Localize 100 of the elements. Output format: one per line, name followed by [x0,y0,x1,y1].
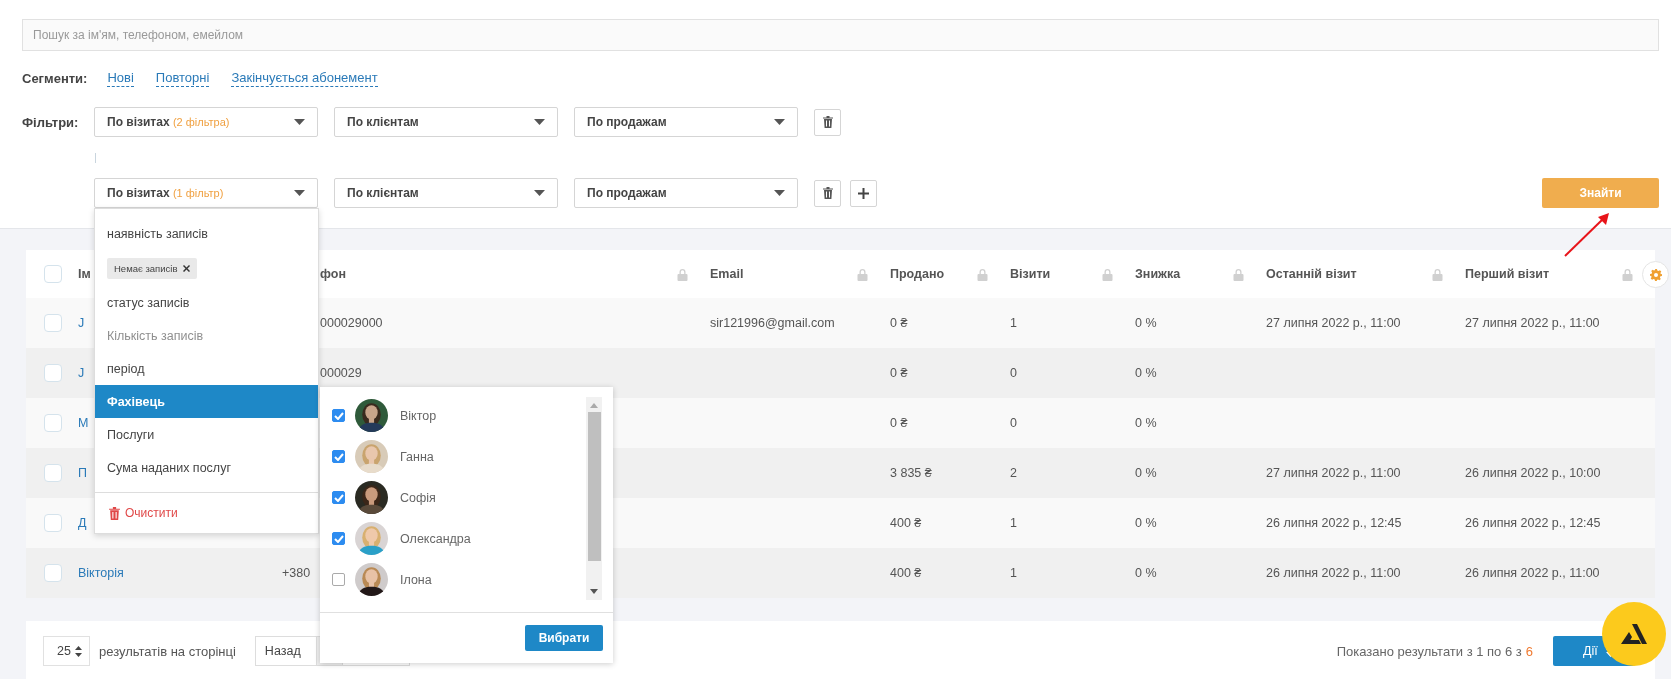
discount-cell: 0 % [1135,566,1157,580]
visits-cell: 0 [1010,416,1017,430]
menu-item[interactable]: наявність записів [95,218,318,250]
first-visit-cell: 26 липня 2022 р., 11:00 [1465,566,1600,580]
lock-icon [1102,267,1113,281]
sold-cell: 400 ₴ [890,566,922,580]
client-name-link[interactable]: J [78,366,85,380]
column-header[interactable]: Візити [1010,267,1051,281]
specialist-name[interactable]: Ілона [400,572,432,587]
row-checkbox[interactable] [44,314,62,332]
sold-cell: 0 ₴ [890,366,908,380]
back-button[interactable]: Назад [254,636,317,666]
first-visit-cell: 27 липня 2022 р., 11:00 [1465,316,1600,330]
filter-chip[interactable]: Немає записів [107,257,198,279]
client-name-link[interactable]: П [78,466,87,480]
visits-cell: 1 [1010,316,1017,330]
client-name-link[interactable]: J [78,316,85,330]
menu-item[interactable]: Сума наданих послуг [95,451,318,484]
filter-dropdown[interactable]: По клієнтам [334,107,558,137]
sold-cell: 3 835 ₴ [890,466,932,480]
delete-button[interactable] [814,108,841,136]
filter-dropdown[interactable]: По візитах (1 фільтр) [94,178,318,208]
discount-cell: 0 % [1135,316,1157,330]
specialist-checkbox[interactable] [332,573,345,586]
segments-label: Сегменти: [22,70,88,86]
visits-cell: 1 [1010,516,1017,530]
caret-icon [294,190,305,196]
trash-icon [109,506,120,520]
per-page-select[interactable]: 25 [43,636,90,666]
filter-dropdown[interactable]: По продажам [574,107,798,137]
row-checkbox[interactable] [44,564,62,582]
scrollbar[interactable] [586,397,602,600]
lock-icon [977,267,988,281]
add-button[interactable] [850,179,877,207]
row-checkbox[interactable] [44,514,62,532]
filter-dropdown[interactable]: По візитах (2 фільтра) [94,107,318,137]
filter-dropdown[interactable]: По продажам [574,178,798,208]
close-icon[interactable] [183,264,191,272]
select-all-checkbox[interactable] [44,265,62,283]
lock-icon [1233,267,1244,281]
column-header[interactable]: Знижка [1135,267,1181,281]
caret-icon [774,119,785,125]
caret-icon [294,119,305,125]
client-name-link[interactable]: Д [78,516,87,530]
sold-cell: 0 ₴ [890,416,908,430]
segment-link[interactable]: Нові [107,69,134,87]
select-button[interactable]: Вибрати [525,625,603,651]
scroll-up-icon[interactable] [590,403,598,408]
column-header[interactable]: Останній візит [1266,267,1357,281]
specialist-name[interactable]: Віктор [400,408,437,423]
caret-icon [774,190,785,196]
scroll-down-icon[interactable] [590,589,598,594]
specialist-checkbox[interactable] [332,409,345,422]
trash-icon [822,116,833,128]
lock-icon [857,267,868,281]
column-header[interactable]: Ім [78,267,91,281]
first-visit-cell: 26 липня 2022 р., 12:45 [1465,516,1601,530]
trash-icon [822,187,833,199]
menu-item[interactable]: статус записів [95,286,318,319]
row-checkbox[interactable] [44,364,62,382]
menu-item[interactable]: Фахівець [95,385,318,418]
visits-cell: 0 [1010,366,1017,380]
column-header[interactable]: Продано [890,267,945,281]
lock-icon [1432,267,1443,281]
last-visit-cell: 26 липня 2022 р., 12:45 [1266,516,1402,530]
segment-link[interactable]: Повторні [155,69,210,87]
row-checkbox[interactable] [44,414,62,432]
specialist-name[interactable]: Софія [400,490,436,505]
results-summary: Показано результати з 1 по 6 з [1336,643,1522,659]
column-header[interactable]: фон [320,267,346,281]
menu-item[interactable]: період [95,352,318,385]
filter-dropdown[interactable]: По клієнтам [334,178,558,208]
per-page-label: результатів на сторінці [99,643,236,659]
specialist-checkbox[interactable] [332,532,345,545]
client-name-link[interactable]: Вікторія [78,566,124,580]
email-cell: sir121996@gmail.com [710,316,835,330]
specialist-name[interactable]: Ганна [400,449,434,464]
settings-icon [1649,268,1662,281]
phone-cell: +380 [282,566,311,580]
segment-link[interactable]: Закінчується абонемент [231,69,378,87]
specialist-checkbox[interactable] [332,491,345,504]
plus-icon [858,187,869,199]
first-visit-cell: 26 липня 2022 р., 10:00 [1465,466,1601,480]
specialist-checkbox[interactable] [332,450,345,463]
clear-button[interactable]: Очистити [109,506,178,520]
lock-icon [1622,267,1633,281]
logo-icon [1621,624,1647,644]
results-total: 6 [1525,643,1533,659]
menu-item[interactable]: Послуги [95,418,318,451]
discount-cell: 0 % [1135,466,1157,480]
client-name-link[interactable]: М [78,416,89,430]
delete-button[interactable] [814,179,841,207]
column-header[interactable]: Перший візит [1465,267,1549,281]
specialist-name[interactable]: Олександра [400,531,471,546]
visits-cell: 1 [1010,566,1017,580]
discount-cell: 0 % [1135,416,1157,430]
connector-line [95,152,96,163]
column-header[interactable]: Email [710,267,744,281]
row-checkbox[interactable] [44,464,62,482]
search-field[interactable]: Пошук за ім'ям, телефоном, емейлом [22,19,1659,51]
